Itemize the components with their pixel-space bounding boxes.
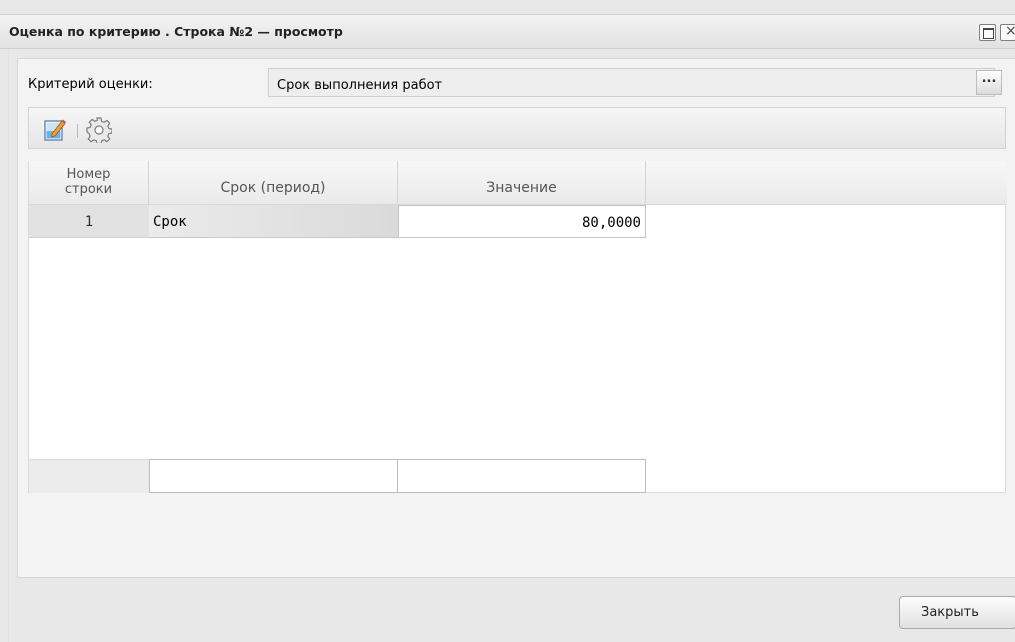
column-header-row-number-line1: Номер (66, 167, 111, 182)
edit-icon[interactable] (43, 118, 67, 142)
criterion-label: Критерий оценки: (28, 77, 153, 92)
summary-period-cell (149, 459, 398, 493)
row-number-cell: 1 (29, 205, 149, 238)
column-header-row-number-line2: строки (64, 182, 113, 197)
column-header-period[interactable]: Срок (период) (149, 161, 398, 205)
grid-header: Номер строки Срок (период) Значение (29, 161, 1007, 205)
values-grid: Номер строки Срок (период) Значение 1 Ср… (28, 161, 1007, 493)
period-cell[interactable]: Срок (149, 205, 398, 238)
title-bar: Оценка по критерию . Строка №2 — просмот… (0, 14, 1015, 49)
toolbar-separator (77, 124, 78, 138)
window-title: Оценка по критерию . Строка №2 — просмот… (9, 24, 343, 39)
close-button[interactable]: Закрыть (899, 596, 1015, 629)
left-edge (0, 49, 9, 642)
maximize-icon[interactable] (979, 24, 996, 41)
criterion-field[interactable]: Срок выполнения работ (268, 68, 995, 97)
settings-gear-icon[interactable] (86, 117, 112, 143)
grid-summary-row (29, 459, 1007, 493)
value-cell[interactable]: 80,0000 (398, 205, 646, 238)
grid-toolbar (28, 107, 1006, 149)
column-header-row-number[interactable]: Номер строки (29, 161, 149, 205)
content-panel: Критерий оценки: Срок выполнения работ .… (17, 58, 1015, 578)
column-header-value[interactable]: Значение (398, 161, 646, 205)
criterion-picker-button[interactable]: ... (976, 70, 1002, 95)
table-row[interactable]: 1 Срок 80,0000 (29, 205, 646, 238)
dialog-window: Оценка по критерию . Строка №2 — просмот… (0, 0, 1015, 642)
close-icon[interactable]: × (1000, 23, 1015, 41)
summary-value-cell (398, 459, 646, 493)
summary-row-number-cell (29, 459, 149, 493)
